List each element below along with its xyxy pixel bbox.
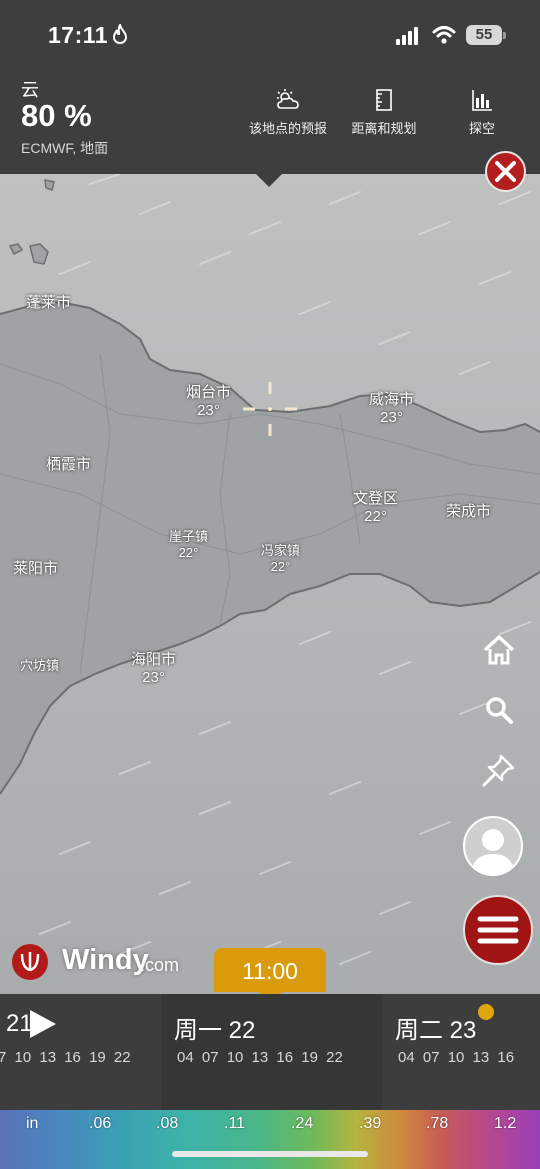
battery-indicator: 55 [466,25,506,45]
timeline-day-current[interactable]: 周一 22 04 07 10 13 16 19 22 [161,994,382,1110]
legend-value: .78 [426,1115,449,1132]
day-label: 周一 22 [174,1017,256,1044]
cloud-sun-icon [277,89,299,109]
menu-button[interactable] [463,895,533,965]
city-label: 荣成市 [446,503,492,520]
legend-unit: in [26,1115,39,1132]
legend-value: .39 [359,1115,382,1132]
forecast-label: 该地点的预报 [248,121,327,136]
color-legend[interactable]: in .06 .08 .11 .24 .39 .78 1.2 [0,1110,540,1169]
flame-icon [112,24,128,44]
brand-name: Windy [62,944,149,976]
windy-logo-icon [20,952,40,972]
city-label: 海阳市 23° [131,651,177,686]
city-label: 烟台市 23° [186,384,232,419]
city-label: 栖霞市 [46,456,92,473]
windy-logo-mark [12,944,48,980]
day-hours: 7 10 13 16 19 22 [0,1049,131,1066]
bar-chart-icon [472,90,492,111]
timeline-day[interactable]: 周二 23 04 07 10 13 16 [382,994,540,1110]
status-time: 17:11 [48,22,109,48]
crosshair-icon[interactable] [243,382,297,436]
weather-map[interactable]: 蓬莱市 烟台市 23° 威海市 23° 栖霞市 文登区 22° 荣成市 崖子镇 … [0,174,540,994]
close-button[interactable] [485,151,526,192]
status-bar: 17:11 55 [0,0,540,70]
sounding-label: 探空 [468,121,495,136]
day-label: 周二 23 [395,1017,477,1044]
legend-value: .24 [291,1115,314,1132]
home-icon[interactable] [479,630,519,670]
map-terrain [0,174,540,994]
day-hours: 04 07 10 13 16 [398,1049,515,1066]
city-label: 崖子镇 22° [169,529,209,560]
distance-planning-button[interactable]: 距离和规划 [346,88,422,137]
legend-value: 1.2 [494,1115,517,1132]
city-label: 蓬莱市 [26,294,72,311]
premium-crown-icon [478,1004,494,1020]
city-label: 莱阳市 [13,560,59,577]
play-icon[interactable] [26,1008,58,1040]
sounding-button[interactable]: 探空 [460,88,504,137]
close-icon [495,161,516,182]
selected-time-chip[interactable]: 11:00 [214,948,326,1002]
legend-value: .11 [224,1115,246,1132]
signal-icon [396,27,418,45]
ruler-icon [376,89,392,111]
wifi-icon [432,26,456,44]
user-icon [471,829,515,874]
model-source: ECMWF, 地面 [21,140,109,156]
layer-info-panel: 云 80 % ECMWF, 地面 该地点的预报 距离和规划 探空 [0,70,540,174]
avatar[interactable] [463,816,523,876]
legend-value: .06 [89,1115,112,1132]
layer-value: 80 % [21,98,92,133]
city-label: 文登区 22° [353,490,399,525]
distance-label: 距离和规划 [351,121,417,136]
brand-suffix: .com [140,955,180,975]
hamburger-icon [477,916,519,944]
home-indicator [172,1151,368,1157]
day-hours: 04 07 10 13 16 19 22 [177,1049,343,1066]
search-icon[interactable] [479,690,519,730]
timeline[interactable]: 21 7 10 13 16 19 22 周一 22 04 07 10 13 16… [0,994,540,1110]
header-pointer [256,174,282,187]
pin-icon[interactable] [479,750,519,790]
forecast-for-location-button[interactable]: 该地点的预报 [246,88,330,137]
city-label: 威海市 23° [369,391,415,426]
city-label: 穴坊镇 [20,658,60,673]
city-label: 冯家镇 22° [261,543,301,574]
legend-value: .08 [156,1115,179,1132]
timeline-day[interactable]: 21 7 10 13 16 19 22 [0,994,161,1110]
